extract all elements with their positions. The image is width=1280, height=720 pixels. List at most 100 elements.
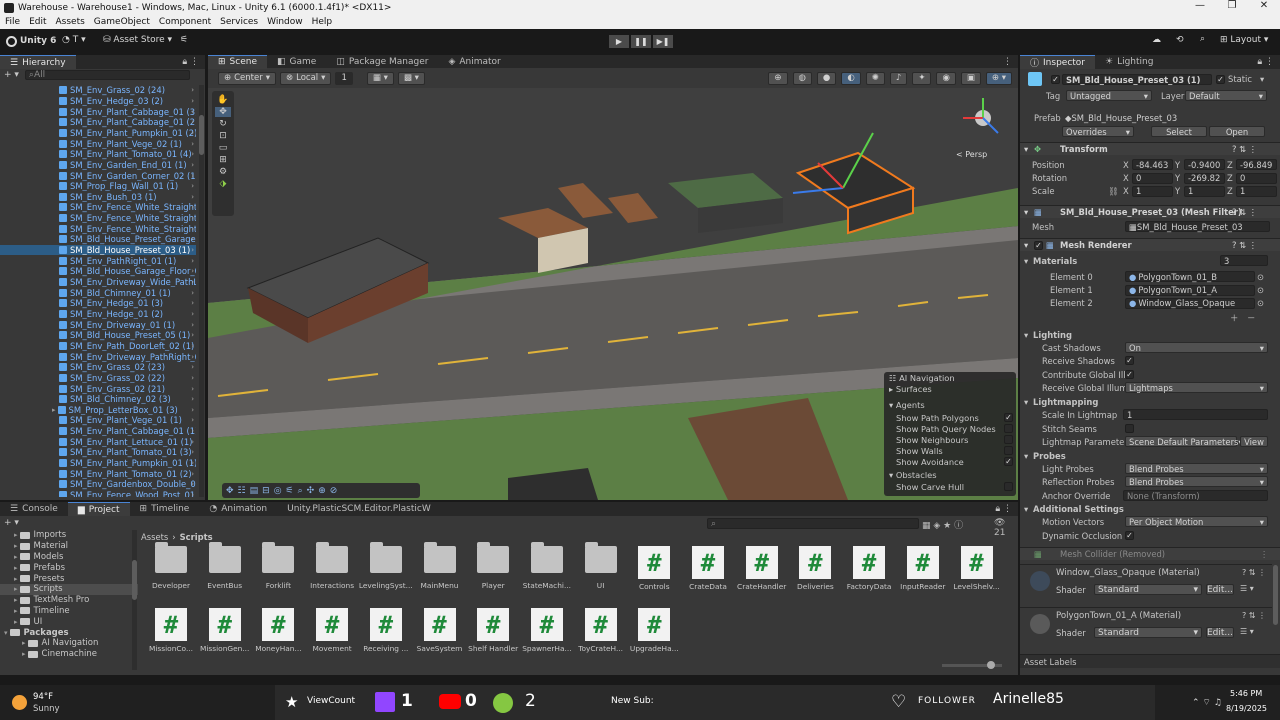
hierarchy-item[interactable]: SM_Env_Plant_Lettuce_01 (1) › — [0, 436, 196, 447]
grid-snap-field[interactable]: 1 — [335, 71, 353, 85]
hierarchy-item[interactable]: SM_Env_Plant_Pumpkin_01 (2) › — [0, 128, 196, 139]
scale-tool-icon[interactable]: ⊡ — [219, 131, 227, 141]
project-tree-item[interactable]: ▾ Packages — [0, 627, 138, 638]
tab-plastic[interactable]: Unity.PlasticSCM.Editor.PlasticW — [277, 502, 441, 516]
hierarchy-item[interactable]: SM_Env_Grass_02 (21) › — [0, 383, 196, 394]
prefab-open-arrow-icon[interactable]: › — [191, 246, 194, 254]
script-asset[interactable]: # Shelf Handler — [466, 608, 520, 668]
expand-arrow-icon[interactable]: ▸ — [14, 618, 18, 626]
select-button[interactable]: Select — [1151, 126, 1207, 138]
tab-animator[interactable]: ◈ Animator — [438, 55, 510, 69]
transform-position-y-field[interactable]: -0.9400 — [1184, 159, 1225, 171]
hierarchy-scrollbar[interactable] — [199, 85, 204, 497]
weather-desc[interactable]: Sunny — [33, 704, 60, 714]
material-menu-icon[interactable]: ? ⇅ ⋮ — [1242, 611, 1266, 620]
prefab-open-arrow-icon[interactable]: › — [191, 299, 194, 307]
shader-dropdown[interactable]: Standard ▾ — [1094, 627, 1202, 638]
menu-edit[interactable]: Edit — [29, 17, 46, 27]
minimize-button[interactable]: — — [1184, 0, 1216, 11]
account-dropdown[interactable]: ◔ T ▾ — [62, 35, 86, 45]
transform-rotation-x-field[interactable]: 0 — [1132, 172, 1173, 184]
surfaces-foldout[interactable]: ▸ Surfaces — [889, 384, 932, 394]
project-search-input[interactable]: ⌕ — [707, 518, 919, 529]
audio-toggle-icon[interactable]: ♪ — [889, 71, 908, 85]
script-asset[interactable]: # CrateHandler — [735, 546, 789, 606]
prefab-open-arrow-icon[interactable]: › — [191, 203, 194, 211]
orientation-icon[interactable]: ⊕ — [768, 71, 788, 85]
script-asset[interactable]: # SaveSystem — [413, 608, 467, 668]
strip-tool-icon-1[interactable]: ✥ — [226, 486, 234, 496]
hierarchy-item[interactable]: SM_Env_Grass_02 (23) › — [0, 362, 196, 373]
pivot-dropdown[interactable]: ⊕ Center ▾ — [218, 71, 277, 85]
transform-position-x-field[interactable]: -84.463 — [1132, 159, 1173, 171]
script-asset[interactable]: # MoneyHan... — [251, 608, 305, 668]
menu-component[interactable]: Component — [159, 17, 211, 27]
dynamic-occlusion-checkbox[interactable]: ✓ — [1125, 531, 1134, 541]
hierarchy-item[interactable]: SM_Bld_House_Preset_03 (1) › — [0, 244, 196, 256]
breadcrumb-scripts[interactable]: Scripts — [180, 532, 213, 542]
object-picker-icon[interactable]: ⊙ — [1257, 285, 1264, 295]
overrides-dropdown[interactable]: Overrides ▾ — [1062, 126, 1134, 138]
script-asset[interactable]: # UpgradeHa... — [627, 608, 681, 668]
tab-timeline[interactable]: ⊞ Timeline — [130, 502, 200, 516]
folder-asset[interactable]: LevelingSyst... — [359, 542, 413, 606]
menu-file[interactable]: File — [5, 17, 20, 27]
visibility-icon[interactable]: ◉ — [936, 71, 956, 85]
strip-tool-icon-10[interactable]: ⊘ — [330, 486, 338, 496]
hierarchy-item[interactable]: SM_Env_Hedge_01 (3) › — [0, 298, 196, 309]
prefab-open-arrow-icon[interactable]: › — [191, 161, 194, 169]
project-lock-icon[interactable]: 🔒︎ ⋮ — [995, 504, 1012, 514]
menu-window[interactable]: Window — [267, 17, 303, 27]
tab-game[interactable]: ◧ Game — [267, 55, 326, 69]
effects-icon[interactable]: ✦ — [912, 71, 932, 85]
project-tree-item[interactable]: ▸ Imports — [0, 530, 138, 541]
static-checkbox[interactable]: ✓ — [1216, 75, 1225, 84]
search-icon[interactable]: ⌕ — [1200, 34, 1205, 44]
layout-dropdown[interactable]: ⊞ Layout ▾ — [1220, 35, 1268, 45]
create-asset-button[interactable]: + ▾ — [4, 518, 19, 528]
prefab-open-arrow-icon[interactable]: › — [191, 150, 194, 158]
hierarchy-item[interactable]: ▸ SM_Prop_LetterBox_01 (3) › — [0, 405, 196, 416]
tab-console[interactable]: ☰ Console — [0, 502, 68, 516]
project-tree-item[interactable]: ▸ Presets — [0, 573, 138, 584]
menu-gameobject[interactable]: GameObject — [94, 17, 150, 27]
strip-tool-icon-4[interactable]: ⊟ — [262, 486, 270, 496]
hierarchy-item[interactable]: SM_Env_Gardenbox_Double_01 › — [0, 479, 196, 490]
gizmos-icon[interactable]: ⊕ ▾ — [985, 71, 1012, 85]
component-menu-icon[interactable]: ? ⇅ ⋮ — [1232, 207, 1257, 217]
component-menu-icon[interactable]: ? ⇅ ⋮ — [1232, 240, 1257, 250]
scale-in-lightmap-field[interactable]: 1 — [1123, 409, 1268, 421]
transform-rotation-y-field[interactable]: -269.82 — [1184, 172, 1225, 184]
hierarchy-item[interactable]: SM_Env_Driveway_Wide_PathL › — [0, 277, 196, 288]
hierarchy-item[interactable]: SM_Env_Plant_Cabbage_01 (3) › — [0, 106, 196, 117]
folder-asset[interactable]: Interactions — [305, 542, 359, 606]
prefab-field[interactable]: ◆ SM_Bld_House_Preset_03 — [1062, 112, 1268, 124]
stitch-seams-checkbox[interactable] — [1125, 424, 1134, 434]
expand-arrow-icon[interactable]: ▸ — [14, 542, 18, 550]
play-button[interactable]: ▶ — [609, 35, 629, 48]
view-button[interactable]: View — [1240, 436, 1268, 448]
hierarchy-item[interactable]: SM_Env_Bush_03 (1) › — [0, 192, 196, 203]
object-name-field[interactable]: SM_Bld_House_Preset_03 (1) — [1062, 74, 1212, 85]
lightmapping-section[interactable]: ▾ Lightmapping — [1020, 395, 1280, 408]
script-asset[interactable]: # CrateData — [681, 546, 735, 606]
tab-project[interactable]: ▆ Project — [67, 502, 130, 516]
strip-tool-icon-9[interactable]: ⊕ — [318, 486, 326, 496]
prefab-open-arrow-icon[interactable]: › — [191, 267, 194, 275]
hierarchy-search-input[interactable]: ⌕ All — [24, 70, 190, 80]
script-asset[interactable]: # Controls — [627, 546, 681, 606]
prefab-open-arrow-icon[interactable]: › — [191, 385, 194, 393]
maximize-button[interactable]: ❐ — [1216, 0, 1248, 11]
breadcrumb-assets[interactable]: Assets — [141, 532, 168, 542]
move-tool-icon[interactable]: ✥ — [215, 107, 231, 117]
folder-asset[interactable]: MainMenu — [413, 542, 467, 606]
expand-arrow-icon[interactable]: ▸ — [14, 596, 18, 604]
menu-services[interactable]: Services — [220, 17, 258, 27]
expand-arrow-icon[interactable]: ▸ — [22, 639, 26, 647]
script-asset[interactable]: # MissionGen... — [198, 608, 252, 668]
pause-button[interactable]: ❚❚ — [631, 35, 651, 48]
object-picker-icon[interactable]: ⊙ — [1257, 298, 1264, 308]
hierarchy-item[interactable]: SM_Env_Fence_Wood_Post_01 › — [0, 490, 196, 497]
hierarchy-item[interactable]: SM_Bld_Chimney_01 (1) › — [0, 287, 196, 298]
strip-tool-icon-8[interactable]: ✣ — [307, 486, 315, 496]
